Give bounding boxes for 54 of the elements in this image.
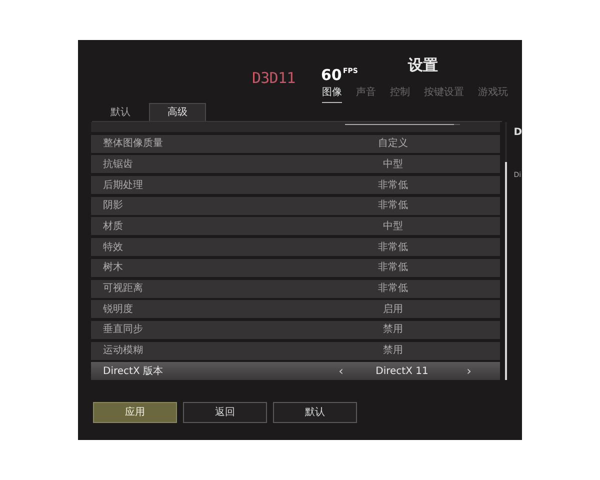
setting-value: DirectX 11 bbox=[376, 364, 428, 379]
tab[interactable]: 声音 bbox=[356, 85, 376, 103]
setting-label: DirectX 版本 bbox=[103, 364, 164, 379]
tab[interactable]: 图像 bbox=[322, 85, 342, 103]
setting-value: 自定义 bbox=[377, 136, 409, 152]
setting-label: 树木 bbox=[103, 260, 124, 276]
setting-row[interactable]: 锐明度 启用 bbox=[91, 300, 500, 318]
setting-label: 可视距离 bbox=[103, 282, 144, 296]
setting-row[interactable]: DirectX 版本 ‹ DirectX 11 › bbox=[91, 362, 500, 380]
fps-counter: 60 bbox=[321, 68, 342, 83]
setting-value: 禁用 bbox=[382, 344, 404, 358]
subtab[interactable]: 默认 bbox=[92, 103, 149, 121]
setting-label: 运动模糊 bbox=[103, 344, 144, 358]
setting-value: 中型 bbox=[382, 158, 404, 172]
setting-label: 整体图像质量 bbox=[103, 136, 164, 152]
tab[interactable]: 控制 bbox=[390, 85, 410, 103]
previous-button[interactable]: ‹ bbox=[335, 362, 347, 380]
action-button[interactable]: 默认 bbox=[273, 402, 357, 424]
setting-label: 抗锯齿 bbox=[103, 158, 134, 172]
tab[interactable]: 游戏玩 bbox=[478, 85, 508, 103]
setting-row[interactable]: 后期处理 非常低 bbox=[91, 176, 500, 194]
setting-value: 非常低 bbox=[377, 260, 409, 276]
renderer-label: D3D11 bbox=[252, 71, 296, 86]
setting-value: 禁用 bbox=[382, 322, 404, 338]
tab[interactable]: 按键设置 bbox=[424, 85, 464, 103]
setting-value: 非常低 bbox=[377, 240, 409, 255]
setting-row[interactable]: 阴影 非常低 bbox=[91, 196, 500, 215]
next-button[interactable]: › bbox=[463, 362, 475, 380]
setting-row[interactable]: 树木 非常低 bbox=[91, 258, 500, 277]
setting-value: 非常低 bbox=[377, 178, 409, 193]
action-button[interactable]: 返回 bbox=[183, 402, 267, 424]
subtab[interactable]: 高级 bbox=[149, 103, 206, 121]
setting-label: 特效 bbox=[103, 240, 124, 255]
setting-value: 启用 bbox=[382, 302, 404, 317]
setting-label: 锐明度 bbox=[103, 302, 134, 317]
setting-row[interactable]: 抗锯齿 中型 bbox=[91, 155, 500, 174]
setting-value: 非常低 bbox=[377, 198, 409, 214]
setting-label: 垂直同步 bbox=[103, 322, 144, 338]
window-title: 设置 bbox=[408, 55, 438, 76]
scrollbar-thumb[interactable] bbox=[504, 162, 507, 380]
scrollbar-track[interactable] bbox=[504, 122, 507, 380]
setting-value: 中型 bbox=[382, 220, 404, 234]
setting-value: 非常低 bbox=[377, 282, 409, 296]
setting-row[interactable]: 材质 中型 bbox=[91, 217, 500, 236]
setting-row[interactable]: 可视距离 非常低 bbox=[91, 280, 500, 298]
side-heading: D bbox=[514, 126, 522, 140]
setting-row[interactable]: 特效 非常低 bbox=[91, 238, 500, 256]
setting-row[interactable]: 整体图像质量 自定义 bbox=[91, 134, 500, 153]
setting-label: 材质 bbox=[103, 220, 124, 234]
setting-row[interactable]: 垂直同步 禁用 bbox=[91, 320, 500, 339]
setting-label: 后期处理 bbox=[103, 178, 144, 193]
setting-row[interactable]: 运动模糊 禁用 bbox=[91, 342, 500, 360]
setting-label: 阴影 bbox=[103, 199, 124, 214]
action-button[interactable]: 应用 bbox=[93, 402, 177, 424]
